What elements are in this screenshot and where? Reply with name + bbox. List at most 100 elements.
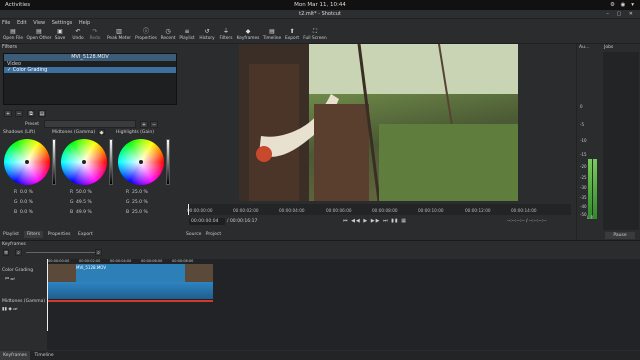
undo-icon: ↶ — [75, 28, 81, 35]
menu-file[interactable]: File — [2, 19, 10, 27]
ruler-tick: 00:00:04:00 — [279, 208, 305, 213]
main-toolbar: ▤ Open File ▤ Open Other ▣ Save ↶ Undo ↷ Redo… — [0, 27, 640, 44]
preset-label: Preset — [25, 122, 40, 127]
video-preview[interactable] — [239, 44, 518, 201]
midtones-luma-slider[interactable] — [109, 139, 113, 185]
midtones-color-wheel[interactable] — [61, 139, 107, 185]
shadows-blue-value[interactable]: B 0.0 % — [14, 210, 44, 216]
highlights-luma-slider[interactable] — [166, 139, 170, 185]
history-button[interactable]: ↺ History — [198, 27, 216, 44]
playhead[interactable] — [188, 204, 189, 215]
ruler-tick: 00:00:14:00 — [511, 208, 537, 213]
tab-project[interactable]: Project — [206, 232, 221, 237]
open-other-button[interactable]: ▤ Open Other — [26, 27, 52, 44]
jobs-title: Jobs — [604, 45, 614, 50]
midtones-red-value[interactable]: R 50.0 % — [70, 190, 100, 196]
window-controls[interactable]: – ▢ ✕ — [606, 11, 636, 17]
copy-filter-button[interactable]: ⧉ — [27, 110, 35, 117]
highlights-blue-value[interactable]: B 25.0 % — [126, 210, 156, 216]
full-screen-button[interactable]: ⛶ Full Screen — [302, 27, 328, 44]
filters-icon: ⏚ — [222, 28, 229, 35]
ruler-tick: 00:00:02:00 — [233, 208, 259, 213]
tab-filters[interactable]: Filters — [23, 231, 44, 238]
keyframes-menu-icon[interactable]: ≡ — [3, 249, 9, 256]
menu-settings[interactable]: Settings — [52, 19, 73, 27]
filters-panel-title: Filters — [2, 44, 17, 50]
pause-jobs-button[interactable]: Pause — [605, 232, 635, 239]
tab-timeline[interactable]: Timeline — [31, 351, 56, 360]
open-file-button[interactable]: ▤ Open File — [2, 27, 24, 44]
keyframes-playhead[interactable] — [47, 259, 48, 331]
in-out-timecode: --:--:--:-- / --:--:--:-- — [507, 219, 547, 224]
menu-edit[interactable]: Edit — [17, 19, 27, 27]
timecode-field[interactable]: 00:00:00:04 — [189, 218, 225, 225]
ruler-tick: 00:00:00:00 — [187, 208, 213, 213]
zoom-out-icon[interactable]: ⌕ — [15, 249, 22, 256]
save-button[interactable]: ▣ Save — [53, 27, 67, 44]
timeline-clip[interactable]: MVI_5128.MOV — [48, 264, 213, 299]
transport-controls[interactable]: ⏮ ◀◀ ▶ ▶▶ ⏭ ▮▮ ▦ — [343, 218, 407, 224]
timeline-button[interactable]: ▤ Timeline — [262, 27, 282, 44]
export-button[interactable]: ⬆ Export — [284, 27, 300, 44]
tab-properties[interactable]: Properties — [45, 231, 74, 238]
meter-label: -40 — [580, 204, 587, 209]
tab-source[interactable]: Source — [186, 232, 201, 237]
jobs-list[interactable] — [603, 52, 639, 230]
midtones-keyframe-button[interactable]: ◆ — [98, 129, 105, 136]
shadows-color-wheel[interactable] — [4, 139, 50, 185]
tab-export[interactable]: Export — [75, 231, 96, 238]
audio-level-right — [593, 159, 597, 219]
add-filter-button[interactable]: + — [4, 110, 12, 117]
filter-list[interactable]: MVI_5128.MOV Video ✓ Color Grading — [3, 53, 177, 105]
playlist-button[interactable]: ≡ Playlist — [178, 27, 196, 44]
shadows-green-value[interactable]: G 0.0 % — [14, 200, 44, 206]
menu-view[interactable]: View — [33, 19, 45, 27]
meter-label: -15 — [580, 152, 587, 157]
undo-button[interactable]: ↶ Undo — [71, 27, 85, 44]
redo-button[interactable]: ↷ Redo — [88, 27, 102, 44]
save-preset-button[interactable]: + — [140, 121, 148, 128]
shadows-luma-slider[interactable] — [52, 139, 56, 185]
tab-playlist[interactable]: Playlist — [0, 231, 22, 238]
highlights-red-value[interactable]: R 25.0 % — [126, 190, 156, 196]
wheel-handle[interactable] — [139, 160, 143, 164]
save-icon: ▣ — [57, 28, 63, 35]
filter-item-color-grading[interactable]: ✓ Color Grading — [4, 67, 176, 73]
export-icon: ⬆ — [289, 28, 295, 35]
filters-button[interactable]: ⏚ Filters — [218, 27, 234, 44]
highlights-color-wheel[interactable] — [118, 139, 164, 185]
meter-label: -25 — [580, 175, 587, 180]
keyframes-button[interactable]: ◆ Keyframes — [236, 27, 260, 44]
meter-label: -30 — [580, 185, 587, 190]
highlights-green-value[interactable]: G 25.0 % — [126, 200, 156, 206]
clip-waveform — [48, 282, 213, 299]
tab-keyframes[interactable]: Keyframes — [0, 351, 30, 360]
meter-channel-labels: L R — [587, 215, 594, 220]
delete-preset-button[interactable]: − — [150, 121, 158, 128]
track-controls[interactable]: ⏮ ⏭ — [5, 276, 15, 282]
remove-filter-button[interactable]: − — [15, 110, 23, 117]
midtones-green-value[interactable]: G 49.5 % — [70, 200, 100, 206]
system-clock[interactable]: Mon Mar 11, 10:44 — [0, 2, 640, 8]
system-tray[interactable]: ⚙ ◉ ▾ — [610, 2, 636, 8]
parameter-keyframe-line[interactable] — [48, 300, 213, 302]
param-track-controls[interactable]: ▮▮ ◆ ⏭ — [2, 306, 17, 312]
preset-dropdown[interactable] — [44, 120, 136, 128]
recent-button[interactable]: ◷ Recent — [160, 27, 176, 44]
zoom-slider[interactable] — [26, 252, 96, 253]
paste-filter-button[interactable]: ▤ — [38, 110, 46, 117]
clip-thumbnail-end — [185, 264, 213, 282]
meter-label: -50 — [580, 212, 587, 217]
midtones-blue-value[interactable]: B 49.9 % — [70, 210, 100, 216]
shadows-red-value[interactable]: R 0.0 % — [14, 190, 44, 196]
viewer-timeline-ruler[interactable]: 00:00:00:00 00:00:02:00 00:00:04:00 00:0… — [187, 204, 571, 215]
wheel-handle[interactable] — [82, 160, 86, 164]
menu-help[interactable]: Help — [79, 19, 90, 27]
track-label-midtones: Midtones (Gamma) — [2, 299, 46, 304]
properties-icon: ⓘ — [142, 28, 149, 35]
wheel-handle[interactable] — [25, 160, 29, 164]
properties-button[interactable]: ⓘ Properties — [134, 27, 158, 44]
highlights-label: Highlights (Gain) — [116, 130, 154, 135]
peak-meter-button[interactable]: ▥ Peak Meter — [106, 27, 132, 44]
zoom-in-icon[interactable]: ⌕ — [95, 249, 102, 256]
